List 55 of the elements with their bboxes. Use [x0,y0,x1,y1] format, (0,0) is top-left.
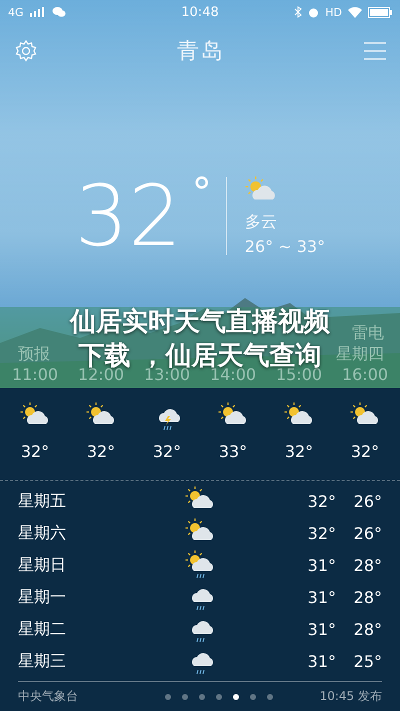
bluetooth-icon [294,6,302,18]
page-dot[interactable] [198,694,205,700]
wifi-icon [348,6,362,18]
high-temperature: 32° [308,492,336,511]
hour-temperature: 32° [152,442,182,462]
low-temperature: 26° [354,492,382,511]
hour-label: 16:00 [342,365,388,384]
hd-label: HD [325,6,342,18]
banner-title-line: 仙居实时天气直播视频 [70,306,330,339]
signal-icon [30,7,46,17]
high-temperature: 31° [308,588,336,607]
low-temperature: 28° [354,556,382,575]
low-temperature: 25° [354,652,382,671]
high-temperature: 31° [308,620,336,639]
low-temperature: 28° [354,588,382,607]
hour-temperature: 32° [284,442,314,462]
hour-temperature: 32° [350,442,380,462]
page-dot[interactable] [216,694,222,700]
chat-icon [52,6,66,18]
temperature-range: 26° ~ 33° [244,237,326,256]
forecast-label: 预报 [18,344,50,366]
page-dot[interactable] [164,694,171,700]
day-name: 星期三 [18,650,67,672]
page-dot[interactable] [182,694,188,700]
day-name: 星期六 [18,522,67,544]
hour-label: 11:00 [12,365,58,384]
page-dot[interactable] [250,694,256,700]
hour-temperature: 32° [20,442,50,462]
weekday-label: 星期四 [336,344,384,366]
weather-label: 雷电 [352,323,384,344]
publish-time: 10:45 发布 [320,688,382,706]
battery-icon [368,6,392,18]
page-dot[interactable] [266,694,273,700]
current-temperature: 32 [74,174,182,258]
menu-icon[interactable] [364,42,386,60]
high-temperature: 32° [308,524,336,543]
day-name: 星期一 [18,586,67,608]
sun-cloud-rain-icon [185,550,215,580]
city-title: 青岛 [177,38,225,66]
clock-time: 10:48 [181,5,219,20]
source-text: 中央气象台 [18,688,78,706]
day-name: 星期日 [18,554,67,576]
degree-sign: ° [192,170,212,216]
day-name: 星期二 [18,618,67,640]
hour-temperature: 32° [86,442,116,462]
high-temperature: 31° [308,556,336,575]
network-label: 4G [8,6,24,18]
low-temperature: 26° [354,524,382,543]
low-temperature: 28° [354,620,382,639]
day-name: 星期五 [18,490,67,512]
high-temperature: 31° [308,652,336,671]
hour-temperature: 33° [218,442,248,462]
page-dot[interactable] [232,694,239,700]
settings-icon[interactable] [14,39,38,63]
condition-text: 多云 [244,212,278,233]
